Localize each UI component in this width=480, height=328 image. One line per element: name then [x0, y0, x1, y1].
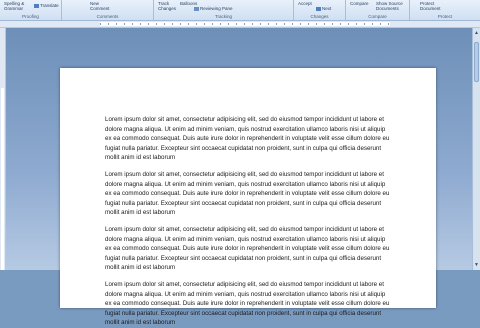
translate-icon [34, 3, 39, 8]
ribbon-group-protect: Protect Document Protect [410, 0, 480, 20]
spelling-grammar-button[interactable]: Spelling & Grammar [4, 1, 24, 11]
new-comment-button[interactable]: New Comment [90, 1, 110, 11]
ribbon-group-compare: Compare Show Source Documents Compare [346, 0, 410, 20]
compare-label: Compare [350, 1, 369, 6]
paragraph-1[interactable]: Lorem ipsum dolor sit amet, consectetur … [105, 115, 390, 163]
protect-document-button[interactable]: Protect Document [420, 1, 441, 11]
documents-label: Documents [376, 6, 399, 11]
horizontal-ruler[interactable] [0, 21, 480, 28]
document-page[interactable]: Lorem ipsum dolor sit amet, consectetur … [60, 68, 436, 326]
paragraph-2[interactable]: Lorem ipsum dolor sit amet, consectetur … [105, 170, 390, 218]
accept-label: Accept [298, 1, 312, 6]
track-changes-button[interactable]: Track Changes [158, 1, 176, 11]
grammar-label: Grammar [4, 6, 23, 11]
ribbon-group-label-tracking: Tracking [214, 14, 233, 19]
next-button[interactable]: Next [316, 6, 331, 11]
translate-button[interactable]: Translate [34, 3, 59, 8]
vertical-ruler-text-area [1, 88, 4, 270]
comment-label: Comment [90, 6, 110, 11]
document-label: Document [420, 6, 441, 11]
scroll-down-icon[interactable]: ▼ [474, 262, 479, 268]
ribbon-group-changes: Accept Next Changes [294, 0, 346, 20]
paragraph-3[interactable]: Lorem ipsum dolor sit amet, consectetur … [105, 225, 390, 273]
compare-button[interactable]: Compare [350, 1, 369, 6]
ribbon-group-label-changes: Changes [310, 14, 329, 19]
review-ribbon: Spelling & Grammar Translate Proofing Ne… [0, 0, 480, 21]
next-label: Next [322, 6, 332, 11]
ribbon-group-label-compare: Compare [368, 14, 387, 19]
scroll-up-icon[interactable]: ▲ [474, 30, 479, 36]
ruler-ticks [100, 23, 390, 25]
ribbon-group-label-proofing: Proofing [22, 14, 39, 19]
vertical-scrollbar[interactable]: ▲ ▼ [472, 28, 480, 270]
accept-button[interactable]: Accept [298, 1, 312, 6]
ribbon-group-proofing: Spelling & Grammar Translate Proofing [0, 0, 62, 20]
show-source-documents-button[interactable]: Show Source Documents [376, 1, 403, 11]
document-workspace: Lorem ipsum dolor sit amet, consectetur … [6, 28, 472, 326]
scrollbar-thumb[interactable] [474, 42, 479, 82]
reviewing-pane-button[interactable]: Reviewing Pane [194, 6, 233, 11]
reviewing-pane-icon [194, 6, 199, 11]
reviewing-pane-label: Reviewing Pane [200, 6, 233, 11]
paragraph-4[interactable]: Lorem ipsum dolor sit amet, consectetur … [105, 280, 390, 328]
ribbon-group-tracking: Track Changes Balloons Reviewing Pane Tr… [154, 0, 294, 20]
translate-label: Translate [40, 3, 59, 8]
ribbon-group-comments: New Comment Comments [62, 0, 154, 20]
ribbon-group-label-comments: Comments [96, 14, 119, 19]
ribbon-group-label-protect: Protect [437, 14, 453, 19]
changes-label: Changes [158, 6, 177, 11]
next-icon [316, 6, 321, 11]
